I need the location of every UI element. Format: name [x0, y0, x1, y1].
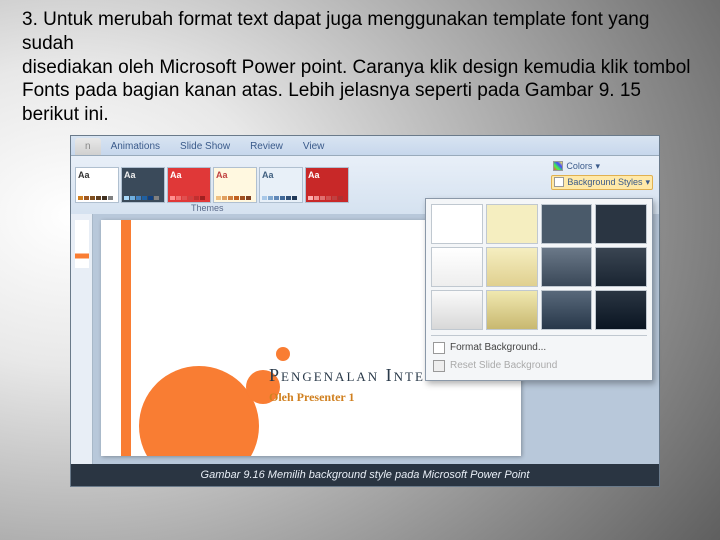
separator	[431, 335, 647, 336]
theme-color-bars	[262, 196, 300, 200]
background-style-grid	[431, 204, 647, 330]
theme-thumbnail[interactable]: Aa	[213, 167, 257, 203]
background-styles-button[interactable]: Background Styles ▾	[551, 175, 653, 190]
instruction-text: 3. Untuk merubah format text dapat juga …	[0, 0, 720, 131]
tab-view[interactable]: View	[293, 138, 335, 155]
format-background-label: Format Background...	[450, 342, 546, 353]
background-style-option[interactable]	[431, 290, 483, 330]
reset-background-item: Reset Slide Background	[431, 357, 647, 375]
decorative-circle-small	[276, 347, 290, 361]
instruction-line: Fonts pada bagian kanan atas. Lebih jela…	[22, 79, 702, 127]
theme-thumbnail[interactable]: Aa	[121, 167, 165, 203]
colors-label: Colors	[566, 161, 592, 171]
bgstyles-icon	[554, 177, 564, 187]
background-style-option[interactable]	[595, 290, 647, 330]
theme-aa: Aa	[308, 170, 346, 180]
ribbon-tabs: n Animations Slide Show Review View	[71, 136, 659, 156]
theme-thumbnail[interactable]: Aa	[259, 167, 303, 203]
background-style-option[interactable]	[431, 204, 483, 244]
ribbon-body: Aa Aa Aa Aa Aa Aa Themes Colors ▾ Background …	[71, 156, 659, 214]
theme-color-bars	[308, 196, 346, 200]
decorative-bar	[121, 220, 131, 456]
tab-review[interactable]: Review	[240, 138, 293, 155]
colors-icon	[553, 161, 563, 171]
colors-button[interactable]: Colors ▾	[551, 160, 653, 173]
background-style-option[interactable]	[541, 247, 593, 287]
background-style-option[interactable]	[486, 290, 538, 330]
background-style-option[interactable]	[486, 204, 538, 244]
tab-slideshow[interactable]: Slide Show	[170, 138, 240, 155]
background-style-option[interactable]	[541, 204, 593, 244]
slide-thumbnail[interactable]	[75, 220, 89, 268]
background-style-option[interactable]	[486, 247, 538, 287]
theme-aa: Aa	[78, 170, 116, 180]
theme-aa: Aa	[170, 170, 208, 180]
figure-caption: Gambar 9.16 Memilih background style pad…	[71, 464, 659, 486]
theme-color-bars	[78, 196, 116, 200]
background-style-option[interactable]	[595, 247, 647, 287]
theme-color-bars	[216, 196, 254, 200]
theme-thumbnail[interactable]: Aa	[305, 167, 349, 203]
tab-animations[interactable]: Animations	[101, 138, 170, 155]
slides-thumbnail-pane[interactable]	[71, 214, 93, 464]
background-style-option[interactable]	[541, 290, 593, 330]
theme-thumbnail[interactable]: Aa	[167, 167, 211, 203]
theme-thumbnail[interactable]: Aa	[75, 167, 119, 203]
tab-partial[interactable]: n	[75, 138, 101, 155]
instruction-line: 3. Untuk merubah format text dapat juga …	[22, 8, 702, 56]
powerpoint-window: n Animations Slide Show Review View AaAa…	[70, 135, 660, 487]
decorative-circle-large	[139, 366, 259, 456]
theme-aa: Aa	[262, 170, 300, 180]
themes-group-label: Themes	[191, 203, 224, 213]
bgstyles-label: Background Styles	[567, 177, 642, 187]
format-background-item[interactable]: Format Background...	[431, 339, 647, 357]
format-background-icon	[433, 342, 445, 354]
reset-background-icon	[433, 360, 445, 372]
theme-color-bars	[124, 196, 162, 200]
theme-aa: Aa	[124, 170, 162, 180]
background-style-option[interactable]	[431, 247, 483, 287]
reset-background-label: Reset Slide Background	[450, 360, 557, 371]
background-style-option[interactable]	[595, 204, 647, 244]
background-styles-popup: Format Background... Reset Slide Backgro…	[425, 198, 653, 381]
theme-aa: Aa	[216, 170, 254, 180]
slide-subtitle[interactable]: Oleh Presenter 1	[269, 390, 355, 405]
theme-color-bars	[170, 196, 208, 200]
instruction-line: disediakan oleh Microsoft Power point. C…	[22, 56, 702, 80]
